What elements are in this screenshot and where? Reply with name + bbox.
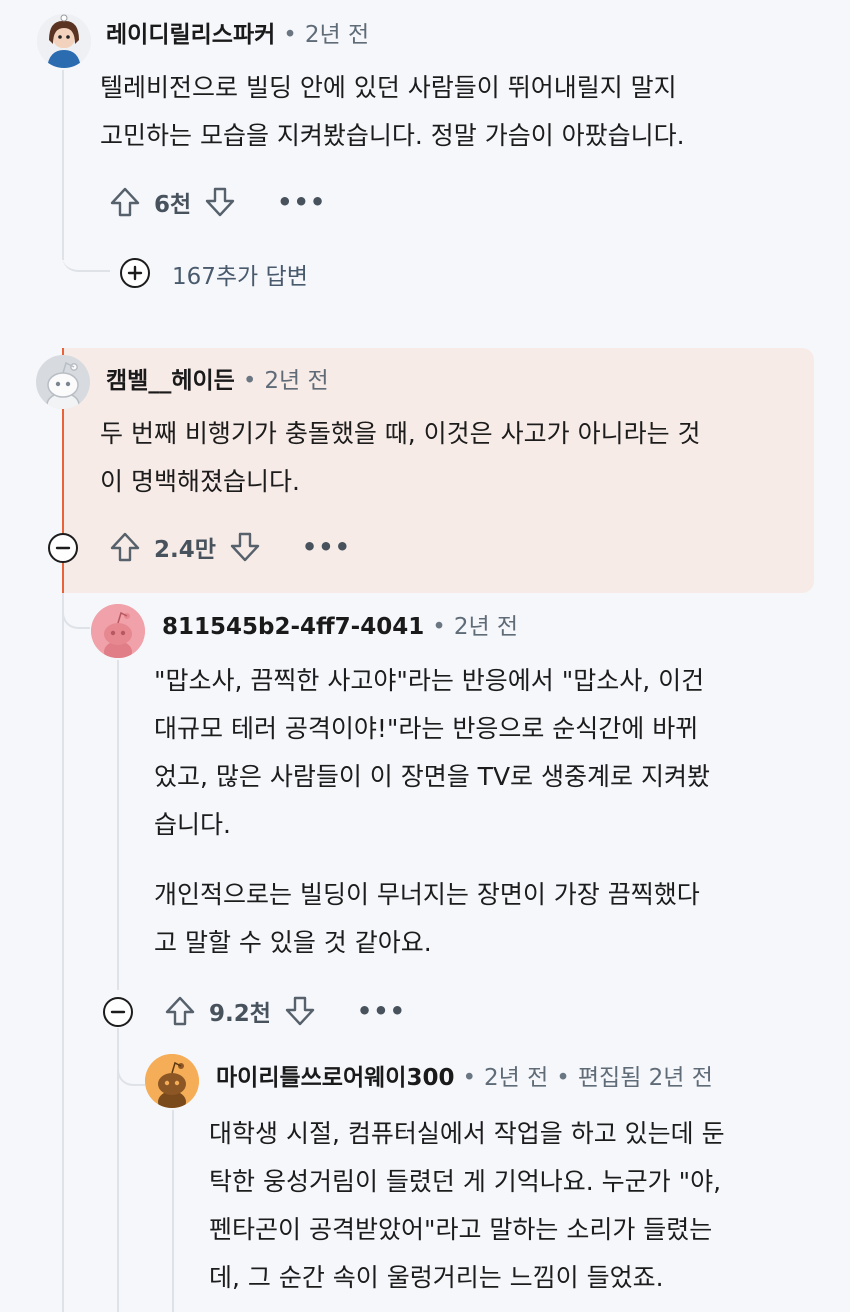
comment-line: 이 명백해졌습니다. [100,467,300,496]
comment-line: 고 말할 수 있을 것 같아요. [154,928,432,957]
plus-circle-icon[interactable] [120,258,150,288]
downvote-icon[interactable] [203,185,237,219]
comment-body: "맙소사, 끔찍한 사고야"라는 반응에서 "맙소사, 이건 대규모 테러 공격… [154,657,710,849]
comment-line: 텔레비전으로 빌딩 안에 있던 사람들이 뛰어내릴지 말지 [100,73,677,102]
avatar[interactable] [145,1054,199,1108]
timestamp: 2년 전 [453,614,519,640]
separator-dot: • [242,368,257,394]
comment-line: 었고, 많은 사람들이 이 장면을 TV로 생중계로 지켜봤 [154,762,710,791]
timestamp: 2년 전 [304,22,370,48]
username[interactable]: 마이리틀쓰로어웨이300 [216,1065,454,1091]
comment-line: 대학생 시절, 컴퓨터실에서 작업을 하고 있는데 둔 [209,1119,725,1148]
comment-line: 고민하는 모습을 지켜봤습니다. 정말 가슴이 아팠습니다. [100,121,685,150]
thread-elbow [117,1040,145,1086]
upvote-icon[interactable] [108,185,142,219]
separator-dot: • [432,614,446,640]
vote-score: 2.4만 [154,537,216,563]
username[interactable]: 811545b2-4ff7-4041 [162,614,424,640]
downvote-icon[interactable] [283,994,317,1028]
avatar[interactable] [36,355,90,409]
more-icon[interactable]: ••• [277,190,326,214]
comment-meta: 811545b2-4ff7-4041 • 2년 전 [162,612,518,642]
timestamp: 2년 전 [484,1065,549,1091]
comment-meta: 레이디릴리스파커 • 2년 전 [106,20,369,50]
comment-line: 펜타곤이 공격받았어"라고 말하는 소리가 들렸는 [209,1215,713,1244]
comment-line: 데, 그 순간 속이 울렁거리는 느낌이 들었죠. [209,1263,664,1292]
more-replies-link[interactable]: 167추가 답변 [172,257,308,291]
comment-body: 두 번째 비행기가 충돌했을 때, 이것은 사고가 아니라는 것 이 명백해졌습… [100,410,701,506]
more-icon[interactable]: ••• [302,535,351,559]
comment-line: 탁한 웅성거림이 들렸던 게 기억나요. 누군가 "야, [209,1167,722,1196]
upvote-icon[interactable] [108,530,142,564]
thread-elbow [62,230,110,272]
comment-meta: 캠벨__헤이든 • 2년 전 [106,366,329,396]
timestamp: 2년 전 [264,368,329,394]
username[interactable]: 레이디릴리스파커 [106,22,275,48]
avatar[interactable] [91,604,145,658]
comment-body: 대학생 시절, 컴퓨터실에서 작업을 하고 있는데 둔 탁한 웅성거림이 들렸던… [209,1110,725,1302]
vote-bar: 9.2천 ••• [163,991,406,1031]
downvote-icon[interactable] [228,530,262,564]
comment-body: 텔레비전으로 빌딩 안에 있던 사람들이 뛰어내릴지 말지 고민하는 모습을 지… [100,64,685,160]
thread-line [62,593,64,1312]
username[interactable]: 캠벨__헤이든 [106,368,235,394]
edited-label: 편집됨 2년 전 [577,1065,713,1091]
thread-line [117,660,119,990]
separator-dot: • [283,22,297,48]
vote-score: 6천 [154,192,192,218]
upvote-icon[interactable] [163,994,197,1028]
comment-line: 두 번째 비행기가 충돌했을 때, 이것은 사고가 아니라는 것 [100,419,701,448]
comment-line: 개인적으로는 빌딩이 무너지는 장면이 가장 끔찍했다 [154,880,700,909]
separator-dot: • [462,1065,477,1091]
vote-bar: 6천 ••• [108,182,326,222]
vote-score: 9.2천 [209,1001,271,1027]
comment-line: "맙소사, 끔찍한 사고야"라는 반응에서 "맙소사, 이건 [154,666,705,695]
comment-meta: 마이리틀쓰로어웨이300 • 2년 전 • 편집됨 2년 전 [216,1063,713,1093]
comment-line: 습니다. [154,810,231,839]
comment-body-paragraph: 개인적으로는 빌딩이 무너지는 장면이 가장 끔찍했다 고 말할 수 있을 것 … [154,871,700,967]
minus-circle-icon[interactable] [103,997,133,1027]
vote-bar: 2.4만 ••• [108,527,351,567]
minus-circle-icon[interactable] [48,533,78,563]
thread-line [172,1110,174,1312]
comment-line: 대규모 테러 공격이야!"라는 반응으로 순식간에 바뀌 [154,714,699,743]
separator-dot: • [556,1065,570,1091]
avatar[interactable] [37,14,91,68]
more-icon[interactable]: ••• [357,999,406,1023]
